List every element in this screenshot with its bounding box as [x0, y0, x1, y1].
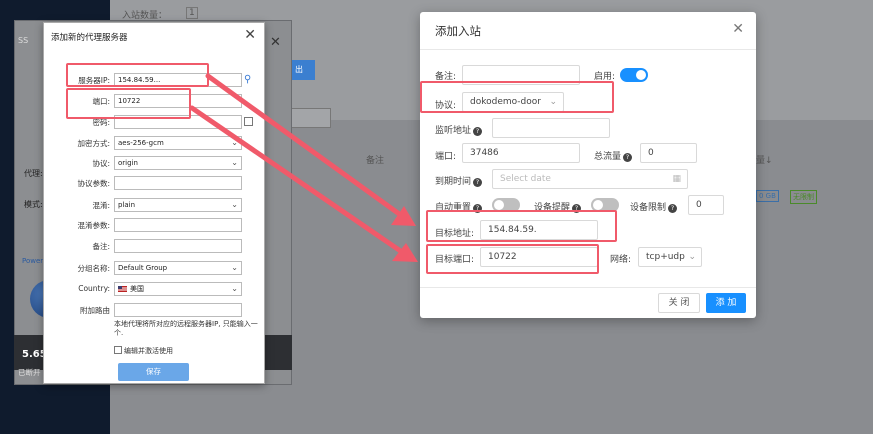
arrow-port-to-target-port: [189, 105, 405, 255]
annotation-arrows: [189, 73, 418, 262]
arrow-ip-to-target-address: [205, 73, 405, 219]
